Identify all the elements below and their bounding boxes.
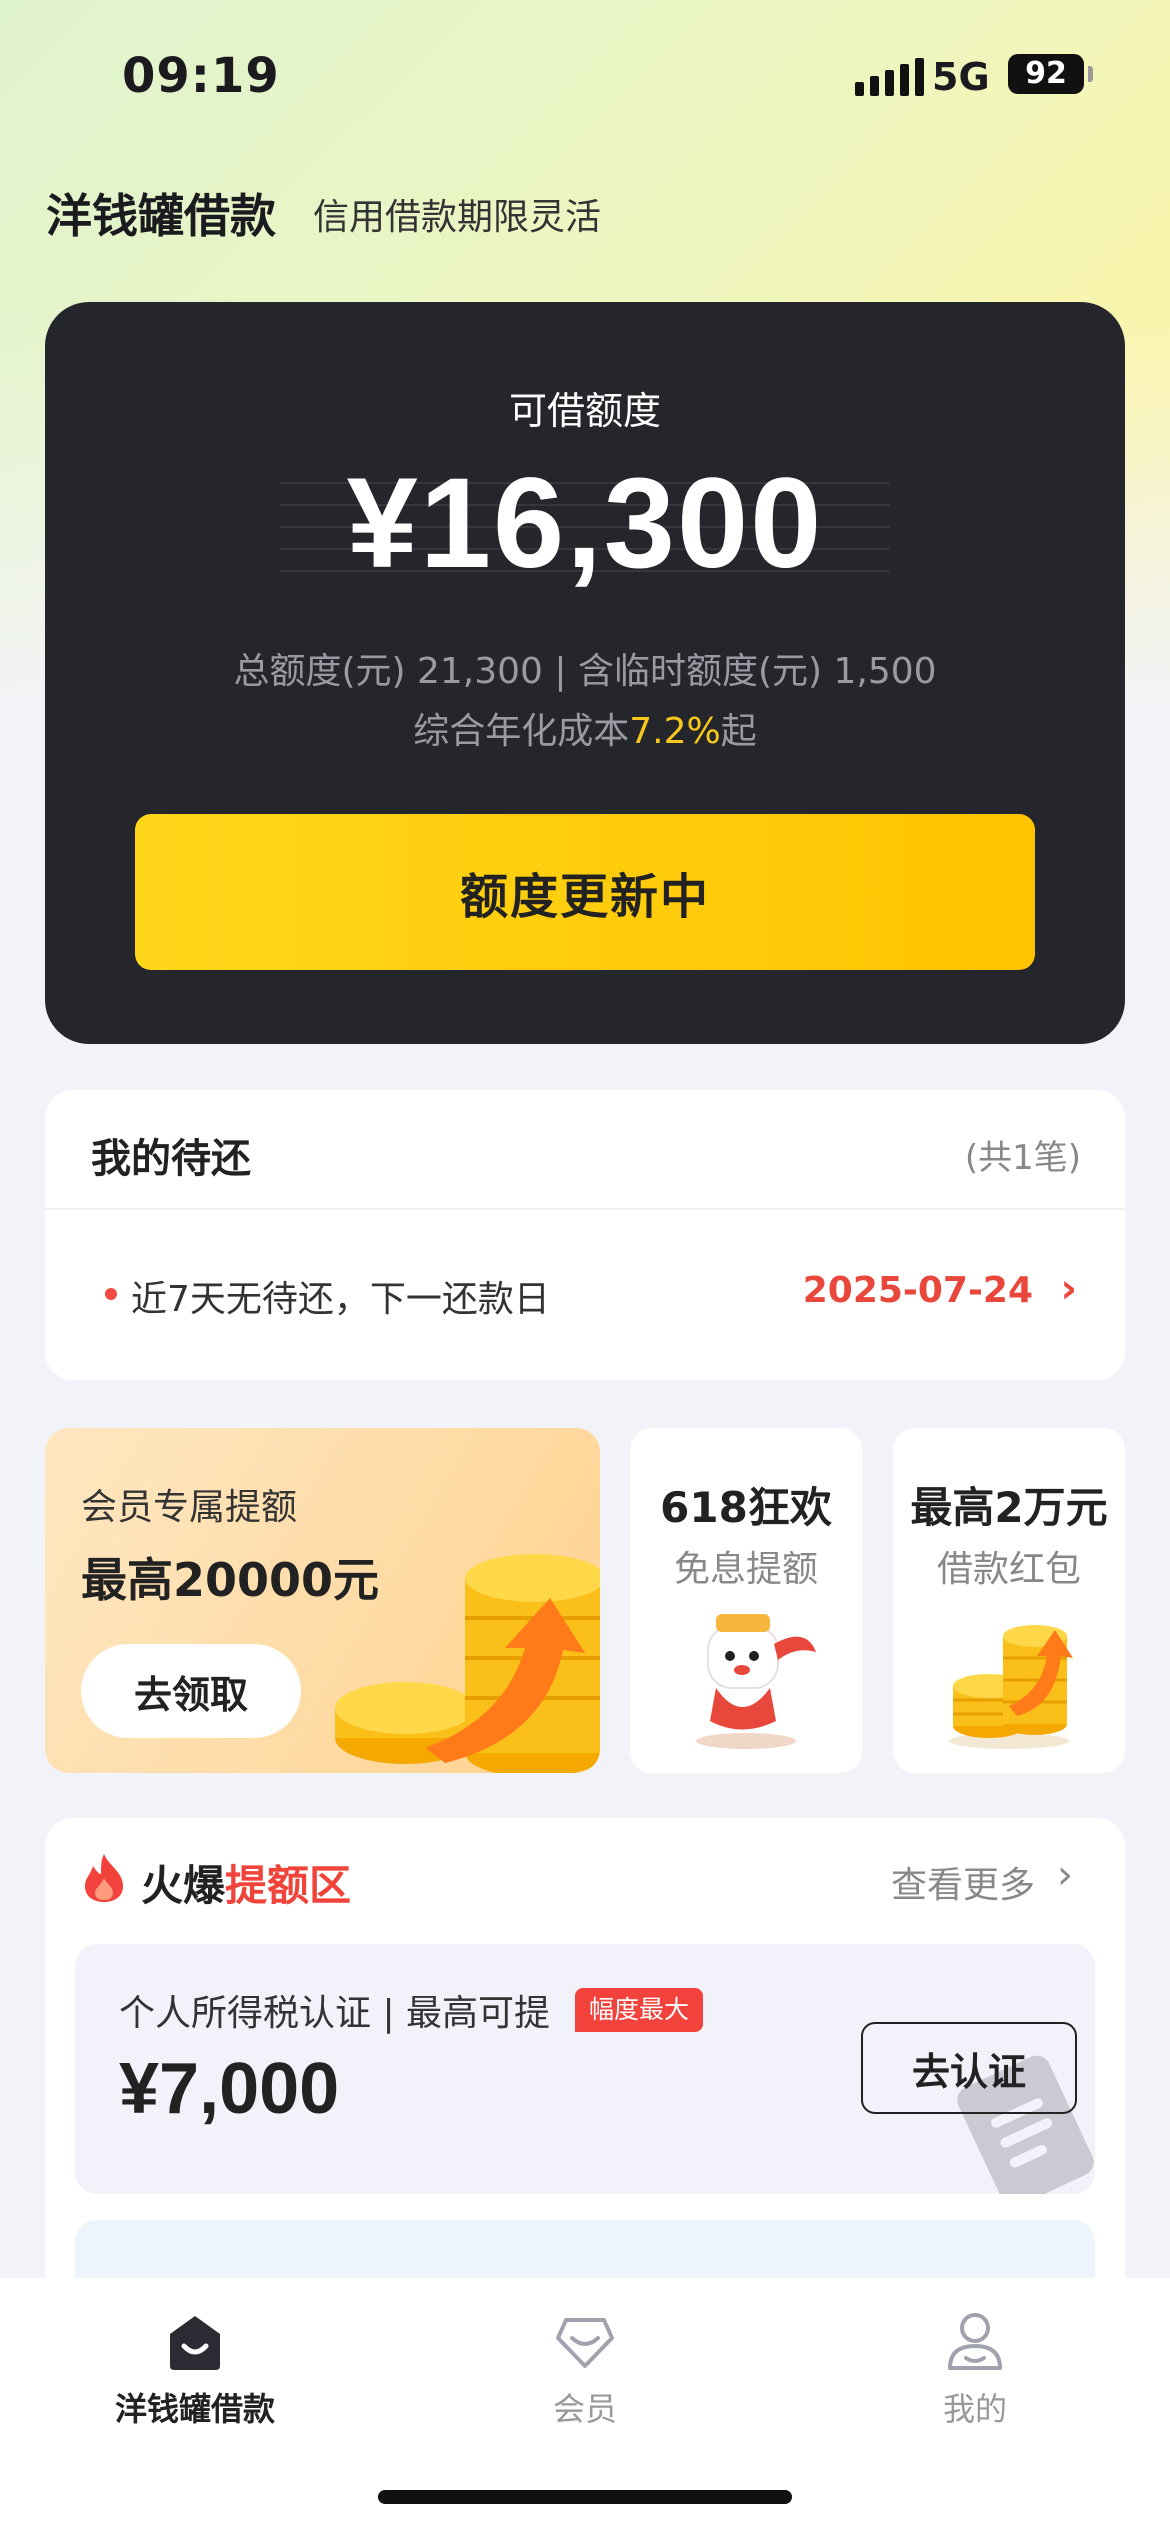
network-type: 5G xyxy=(932,55,990,99)
claim-button[interactable]: 去领取 xyxy=(81,1644,301,1738)
home-indicator[interactable] xyxy=(378,2490,792,2504)
repayment-next-date[interactable]: 2025-07-24 xyxy=(803,1270,1033,1311)
chevron-right-icon[interactable]: › xyxy=(1061,1266,1077,1312)
max-badge: 幅度最大 xyxy=(575,1988,704,2032)
verify-button[interactable]: 去认证 xyxy=(861,2022,1077,2114)
hot-title-highlight: 提额区 xyxy=(225,1861,352,1910)
tab-vip-label: 会员 xyxy=(552,2390,617,2428)
tab-home[interactable]: 洋钱罐借款 xyxy=(65,2308,325,2430)
rate-value: 7.2% xyxy=(629,711,721,752)
battery-tip xyxy=(1088,66,1093,82)
repayment-count: (共1笔) xyxy=(964,1138,1081,1178)
tax-label: 个人所得税认证 | 最高可提 xyxy=(119,1993,551,2034)
member-promo-label: 会员专属提额 xyxy=(81,1487,298,1528)
divider xyxy=(45,1208,1125,1210)
vip-icon xyxy=(556,2318,614,2368)
tax-verification-card[interactable]: 个人所得税认证 | 最高可提 幅度最大 ¥7,000 去认证 xyxy=(75,1944,1095,2194)
credit-label: 可借额度 xyxy=(508,389,661,433)
mascot-icon xyxy=(696,1614,816,1749)
view-more-link[interactable]: 查看更多 xyxy=(891,1856,1035,1908)
signal-icon xyxy=(855,56,924,96)
credit-total-line: 总额度(元) 21,300 | 含临时额度(元) 1,500 xyxy=(233,651,937,692)
repayment-message: 近7天无待还，下一还款日 xyxy=(131,1279,550,1320)
page-title: 洋钱罐借款 xyxy=(46,189,276,243)
hot-section-title: 火爆提额区 xyxy=(141,1852,351,1913)
coins-arrow-icon xyxy=(335,1554,600,1773)
fire-icon xyxy=(85,1854,123,1902)
tax-amount: ¥7,000 xyxy=(119,2049,340,2129)
repayment-card: 我的待还 (共1笔) 近7天无待还，下一还款日 2025-07-24 › xyxy=(45,1090,1125,1380)
festival-promo-card[interactable]: 618狂欢 免息提额 xyxy=(630,1428,862,1773)
coupon-title: 最高2万元 xyxy=(910,1483,1108,1532)
status-time: 09:19 xyxy=(122,48,280,104)
status-bar: 09:19 5G 92 xyxy=(0,0,1170,150)
home-icon xyxy=(170,2316,220,2370)
credit-rate-line: 综合年化成本7.2%起 xyxy=(45,702,1125,754)
repayment-title: 我的待还 xyxy=(91,1136,251,1182)
coupon-subtitle: 借款红包 xyxy=(936,1549,1081,1590)
rate-suffix: 起 xyxy=(720,711,757,752)
tab-me[interactable]: 我的 xyxy=(845,2308,1105,2430)
coupon-promo-card[interactable]: 最高2万元 借款红包 xyxy=(893,1428,1125,1773)
page-subtitle: 信用借款期限灵活 xyxy=(313,197,602,238)
bullet-dot xyxy=(105,1288,117,1300)
festival-subtitle: 免息提额 xyxy=(673,1549,818,1590)
battery-icon: 92 xyxy=(1008,54,1084,94)
festival-title: 618狂欢 xyxy=(660,1483,832,1532)
tab-me-label: 我的 xyxy=(942,2390,1007,2428)
coins-icon xyxy=(949,1625,1073,1749)
credit-limit-card: 可借额度 ¥16,300 总额度(元) 21,300 | 含临时额度(元) 1,… xyxy=(45,302,1125,1044)
member-promo-card[interactable]: 会员专属提额 最高20000元 去领取 xyxy=(45,1428,600,1773)
credit-amount: ¥16,300 xyxy=(346,452,824,595)
user-icon xyxy=(948,2313,1002,2370)
battery-level: 92 xyxy=(1025,56,1067,91)
chevron-right-icon[interactable]: › xyxy=(1057,1852,1073,1898)
tab-vip[interactable]: 会员 xyxy=(455,2308,715,2430)
hot-title-prefix: 火爆 xyxy=(141,1861,226,1910)
rate-prefix: 综合年化成本 xyxy=(413,711,630,752)
credit-update-button[interactable]: 额度更新中 xyxy=(135,814,1035,970)
tab-home-label: 洋钱罐借款 xyxy=(114,2390,275,2428)
